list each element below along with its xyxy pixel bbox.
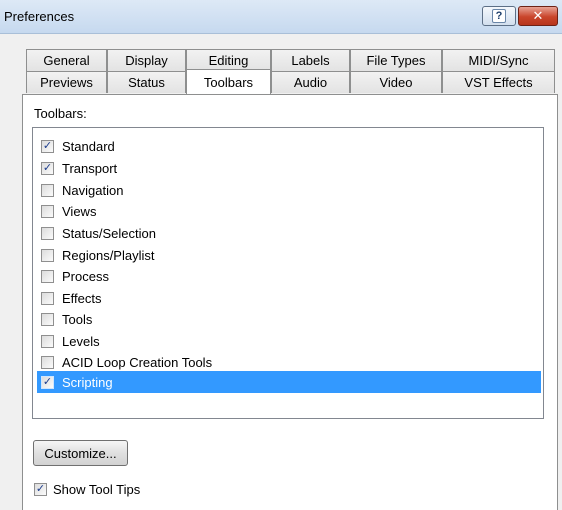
toolbar-item-status-selection[interactable]: Status/Selection <box>37 222 541 244</box>
window-title: Preferences <box>4 9 75 24</box>
toolbar-item-scripting[interactable]: Scripting <box>37 371 541 393</box>
checkbox[interactable] <box>41 375 54 389</box>
toolbar-item-label: Regions/Playlist <box>62 247 155 263</box>
checkbox[interactable] <box>41 161 54 175</box>
toolbar-item-tools[interactable]: Tools <box>37 308 541 330</box>
toolbar-item-transport[interactable]: Transport <box>37 157 541 179</box>
checkbox[interactable] <box>41 183 54 197</box>
toolbar-item-label: Navigation <box>62 182 124 198</box>
close-icon: ✕ <box>532 8 544 23</box>
toolbar-item-label: Effects <box>62 290 102 306</box>
tab-editing[interactable]: Editing <box>186 49 271 71</box>
tab-status[interactable]: Status <box>107 71 186 93</box>
toolbar-item-navigation[interactable]: Navigation <box>37 179 541 201</box>
tab-previews[interactable]: Previews <box>26 71 107 93</box>
tab-toolbars[interactable]: Toolbars <box>186 69 271 94</box>
close-button[interactable]: ✕ <box>518 6 558 26</box>
toolbar-item-label: ACID Loop Creation Tools <box>62 354 213 370</box>
checkbox[interactable] <box>41 334 54 348</box>
show-tool-tips-label: Show Tool Tips <box>53 481 141 497</box>
toolbar-item-acid-loop-creation-tools[interactable]: ACID Loop Creation Tools <box>37 351 541 373</box>
toolbar-item-views[interactable]: Views <box>37 200 541 222</box>
tab-audio[interactable]: Audio <box>271 71 350 93</box>
checkbox[interactable] <box>41 248 54 262</box>
tab-video[interactable]: Video <box>350 71 442 93</box>
toolbars-list[interactable]: Standard Transport Navigation Views Stat… <box>32 127 544 419</box>
show-tool-tips-checkbox[interactable] <box>34 482 47 496</box>
help-button[interactable]: ? <box>482 6 516 26</box>
checkbox[interactable] <box>41 139 54 153</box>
tab-midi-sync[interactable]: MIDI/Sync <box>442 49 555 71</box>
toolbar-item-levels[interactable]: Levels <box>37 330 541 352</box>
toolbar-item-label: Standard <box>62 138 115 154</box>
toolbar-item-label: Scripting <box>62 374 113 390</box>
toolbar-item-standard[interactable]: Standard <box>37 135 541 157</box>
toolbar-item-label: Process <box>62 268 109 284</box>
checkbox[interactable] <box>41 355 54 369</box>
toolbar-item-label: Transport <box>62 160 118 176</box>
toolbar-item-label: Levels <box>62 333 100 349</box>
toolbar-item-regions-playlist[interactable]: Regions/Playlist <box>37 244 541 266</box>
show-tool-tips-option[interactable]: Show Tool Tips <box>34 479 140 499</box>
toolbar-item-label: Tools <box>62 311 93 327</box>
tab-labels[interactable]: Labels <box>271 49 350 71</box>
tab-file-types[interactable]: File Types <box>350 49 442 71</box>
checkbox[interactable] <box>41 312 54 326</box>
toolbars-label: Toolbars: <box>34 106 87 121</box>
toolbar-item-label: Status/Selection <box>62 225 156 241</box>
tab-display[interactable]: Display <box>107 49 186 71</box>
checkbox[interactable] <box>41 269 54 283</box>
checkbox[interactable] <box>41 291 54 305</box>
checkbox[interactable] <box>41 204 54 218</box>
title-bar: Preferences ? ✕ <box>0 0 562 34</box>
toolbar-item-effects[interactable]: Effects <box>37 287 541 309</box>
toolbar-item-process[interactable]: Process <box>37 265 541 287</box>
tab-general[interactable]: General <box>26 49 107 71</box>
toolbar-item-label: Views <box>62 203 97 219</box>
customize-button[interactable]: Customize... <box>33 440 128 466</box>
help-icon: ? <box>492 9 506 23</box>
tab-vst-effects[interactable]: VST Effects <box>442 71 555 93</box>
checkbox[interactable] <box>41 226 54 240</box>
